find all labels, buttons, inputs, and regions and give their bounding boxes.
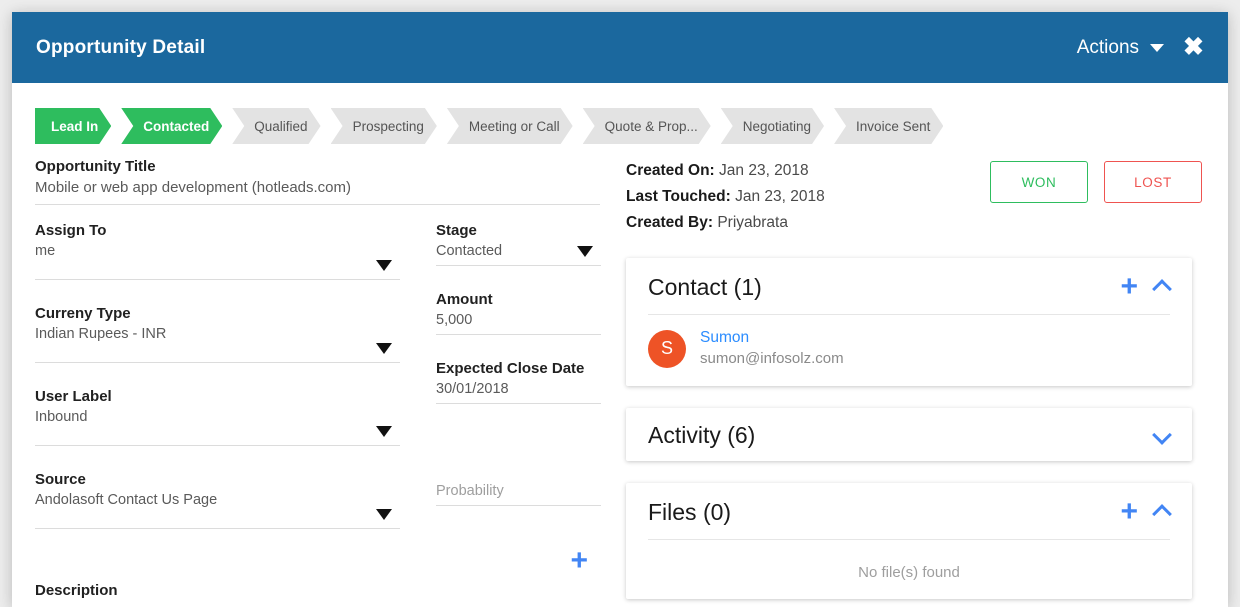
stage-chevron-down-icon[interactable] <box>577 246 593 257</box>
form-grid: Assign To me Curreny Type Indian Rupees … <box>35 222 612 554</box>
user-label-value: Inbound <box>35 409 400 425</box>
created-by-value: Priyabrata <box>717 214 788 231</box>
pipeline-stage-lead-in[interactable]: Lead In <box>35 108 111 144</box>
won-button[interactable]: WON <box>990 161 1088 203</box>
files-collapse-chevron-up-icon[interactable] <box>1154 504 1170 520</box>
assign-to-value: me <box>35 243 400 259</box>
activity-card: Activity (6) <box>626 408 1192 461</box>
activity-card-tools <box>1154 428 1170 444</box>
source-label: Source <box>35 471 400 488</box>
stage-label: Stage <box>436 222 601 239</box>
add-file-plus-icon[interactable]: + <box>1120 497 1138 527</box>
opportunity-title-value[interactable]: Mobile or web app development (hotleads.… <box>35 179 600 196</box>
last-touched-value: Jan 23, 2018 <box>735 188 825 205</box>
contact-card-tools: + <box>1120 272 1170 302</box>
pipeline-stage-negotiating[interactable]: Negotiating <box>721 108 824 144</box>
source-chevron-down-icon[interactable] <box>376 509 392 520</box>
files-card-header: Files (0) + <box>626 483 1192 539</box>
currency-type-chevron-down-icon[interactable] <box>376 343 392 354</box>
form-column-left: Assign To me Curreny Type Indian Rupees … <box>35 222 400 554</box>
files-card-body: No file(s) found <box>626 540 1192 599</box>
created-on-value: Jan 23, 2018 <box>719 162 809 179</box>
summary-pane: Created On: Jan 23, 2018 Last Touched: J… <box>612 158 1228 607</box>
user-label-chevron-down-icon[interactable] <box>376 426 392 437</box>
meta-spacer <box>626 236 1228 258</box>
created-by-row: Created By: Priyabrata <box>626 210 825 236</box>
page-title: Opportunity Detail <box>36 37 205 59</box>
pipeline-stage-quote-and-proposal[interactable]: Quote & Prop... <box>583 108 711 144</box>
actions-dropdown-button[interactable]: Actions <box>1077 37 1164 59</box>
expected-close-date-field[interactable]: Expected Close Date 30/01/2018 <box>436 360 601 404</box>
add-field-plus-icon[interactable]: + <box>570 546 588 576</box>
record-metadata: Created On: Jan 23, 2018 Last Touched: J… <box>626 158 825 236</box>
user-label-field[interactable]: User Label Inbound <box>35 388 400 446</box>
avatar: S <box>648 330 686 368</box>
add-contact-plus-icon[interactable]: + <box>1120 272 1138 302</box>
contact-card: Contact (1) + S Sumon sumon@infosolz.c <box>626 258 1192 386</box>
meta-row: Created On: Jan 23, 2018 Last Touched: J… <box>626 158 1228 236</box>
stage-pipeline: Lead In Contacted Qualified Prospecting … <box>35 108 1228 144</box>
lost-button[interactable]: LOST <box>1104 161 1202 203</box>
list-item[interactable]: S Sumon sumon@infosolz.com <box>648 329 1170 368</box>
modal-header: Opportunity Detail Actions ✖ <box>12 12 1228 83</box>
pipeline-stage-prospecting[interactable]: Prospecting <box>331 108 437 144</box>
files-empty-message: No file(s) found <box>648 554 1170 581</box>
stage-field[interactable]: Stage Contacted <box>436 222 601 266</box>
amount-label: Amount <box>436 291 601 308</box>
activity-card-header[interactable]: Activity (6) <box>626 408 1192 461</box>
activity-card-title: Activity (6) <box>648 422 755 449</box>
amount-field[interactable]: Amount 5,000 <box>436 291 601 335</box>
form-column-right: Stage Contacted Amount 5,000 Expected Cl… <box>436 222 601 554</box>
files-card-title: Files (0) <box>648 499 731 526</box>
opportunity-title-field: Opportunity Title Mobile or web app deve… <box>35 158 600 205</box>
opportunity-title-label: Opportunity Title <box>35 158 600 175</box>
amount-value: 5,000 <box>436 312 601 328</box>
contact-card-body: S Sumon sumon@infosolz.com <box>626 315 1192 386</box>
currency-type-field[interactable]: Curreny Type Indian Rupees - INR <box>35 305 400 363</box>
source-value: Andolasoft Contact Us Page <box>35 492 400 508</box>
chevron-down-icon <box>1150 44 1164 52</box>
form-pane: Opportunity Title Mobile or web app deve… <box>12 158 612 607</box>
contact-card-title: Contact (1) <box>648 274 762 301</box>
pipeline-stage-contacted[interactable]: Contacted <box>121 108 222 144</box>
created-on-row: Created On: Jan 23, 2018 <box>626 158 825 184</box>
pipeline-stage-invoice-sent[interactable]: Invoice Sent <box>834 108 943 144</box>
description-label: Description <box>35 582 612 599</box>
assign-to-chevron-down-icon[interactable] <box>376 260 392 271</box>
contact-details: Sumon sumon@infosolz.com <box>700 329 844 368</box>
files-card: Files (0) + No file(s) found <box>626 483 1192 599</box>
contact-collapse-chevron-up-icon[interactable] <box>1154 279 1170 295</box>
contact-email: sumon@infosolz.com <box>700 350 844 367</box>
expected-close-date-label: Expected Close Date <box>436 360 601 377</box>
actions-label: Actions <box>1077 37 1139 59</box>
source-field[interactable]: Source Andolasoft Contact Us Page <box>35 471 400 529</box>
win-loss-buttons: WON LOST <box>990 161 1202 203</box>
activity-expand-chevron-down-icon[interactable] <box>1154 428 1170 444</box>
currency-type-label: Curreny Type <box>35 305 400 322</box>
close-icon[interactable]: ✖ <box>1181 35 1206 60</box>
last-touched-label: Last Touched: <box>626 188 731 205</box>
created-by-label: Created By: <box>626 214 713 231</box>
contact-card-header: Contact (1) + <box>626 258 1192 314</box>
contact-name-link[interactable]: Sumon <box>700 329 844 347</box>
assign-to-label: Assign To <box>35 222 400 239</box>
detail-columns: Opportunity Title Mobile or web app deve… <box>12 158 1228 607</box>
probability-field[interactable]: Probability <box>436 483 601 506</box>
files-card-tools: + <box>1120 497 1170 527</box>
modal-body: Lead In Contacted Qualified Prospecting … <box>12 108 1228 607</box>
assign-to-field[interactable]: Assign To me <box>35 222 400 280</box>
opportunity-detail-modal: Opportunity Detail Actions ✖ Lead In Con… <box>12 12 1228 607</box>
pipeline-stage-meeting-or-call[interactable]: Meeting or Call <box>447 108 573 144</box>
last-touched-row: Last Touched: Jan 23, 2018 <box>626 184 825 210</box>
header-actions: Actions ✖ <box>1077 35 1206 60</box>
created-on-label: Created On: <box>626 162 715 179</box>
expected-close-date-value: 30/01/2018 <box>436 381 601 397</box>
form-spacer <box>436 429 601 483</box>
user-label-label: User Label <box>35 388 400 405</box>
pipeline-stage-qualified[interactable]: Qualified <box>232 108 320 144</box>
currency-type-value: Indian Rupees - INR <box>35 326 400 342</box>
probability-placeholder: Probability <box>436 483 601 499</box>
